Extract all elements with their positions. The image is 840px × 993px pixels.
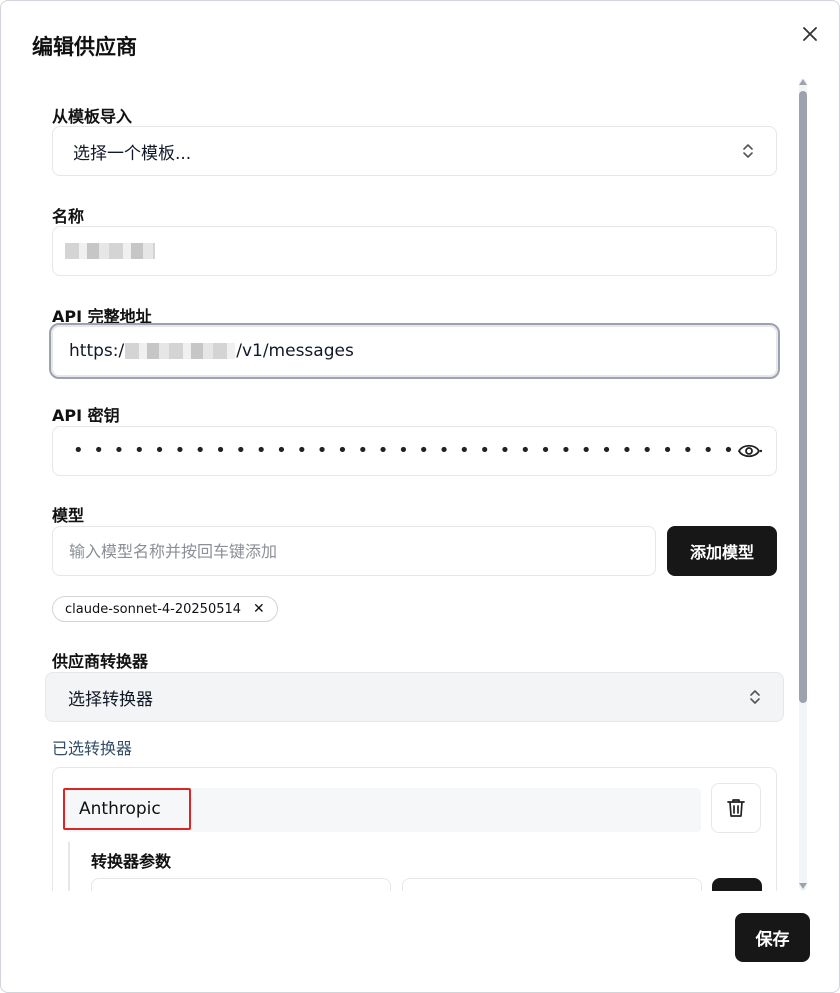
api-url-field[interactable]: https:/ /v1/messages [49,323,780,379]
template-select-value: 选择一个模板... [73,143,192,164]
redacted-name [65,243,155,259]
chevron-up-down-icon [743,144,753,158]
model-chip-label: claude-sonnet-4-20250514 [65,601,242,617]
api-url-prefix: https:/ [69,341,125,361]
add-param-button[interactable] [712,878,762,891]
scroll-down-icon[interactable] [799,883,807,889]
scrollbar[interactable] [796,79,810,891]
params-label: 转换器参数 [91,852,172,871]
name-label: 名称 [52,207,85,226]
name-field[interactable] [52,226,777,276]
dialog-title: 编辑供应商 [32,35,137,59]
transformer-name-highlight: Anthropic [63,788,191,830]
param-key-input[interactable] [91,878,391,891]
model-input[interactable] [69,541,639,561]
api-key-masked: ••••••••••••••••••••••••••••••••••••••••… [73,442,738,460]
eye-icon[interactable] [738,443,762,459]
edit-provider-dialog: 编辑供应商 从模板导入 选择一个模板... 名称 API 完整地址 https:… [0,0,840,993]
api-key-field[interactable]: ••••••••••••••••••••••••••••••••••••••••… [52,426,777,476]
api-url-suffix: /v1/messages [236,341,354,361]
transformer-select[interactable]: 选择转换器 [45,672,784,722]
template-label: 从模板导入 [52,107,133,126]
models-label: 模型 [52,506,85,525]
close-button[interactable] [797,21,823,47]
chevron-up-down-icon [750,690,760,704]
remove-chip-icon[interactable]: ✕ [253,601,265,617]
redacted-host [125,343,236,359]
template-select[interactable]: 选择一个模板... [52,126,777,176]
selected-transformers-label: 已选转换器 [52,739,133,758]
api-key-label: API 密钥 [52,406,120,425]
save-button[interactable]: 保存 [735,913,810,962]
model-chip: claude-sonnet-4-20250514 ✕ [52,596,278,622]
param-value-input[interactable] [402,878,702,891]
model-input-wrapper [52,526,656,576]
scroll-up-icon[interactable] [799,79,807,85]
trash-icon [727,799,745,817]
close-icon [803,27,817,41]
transformer-name-field[interactable]: Anthropic [63,788,701,832]
scrollbar-thumb[interactable] [799,91,807,703]
form-scroll-area[interactable]: 从模板导入 选择一个模板... 名称 API 完整地址 https:/ /v1/… [1,79,813,891]
delete-transformer-button[interactable] [711,783,761,833]
params-divider [68,842,70,891]
selected-transformer-card: Anthropic 转换器参数 [52,767,777,891]
add-model-button[interactable]: 添加模型 [667,526,777,576]
transformer-select-value: 选择转换器 [68,689,153,710]
transformer-label: 供应商转换器 [52,652,149,671]
